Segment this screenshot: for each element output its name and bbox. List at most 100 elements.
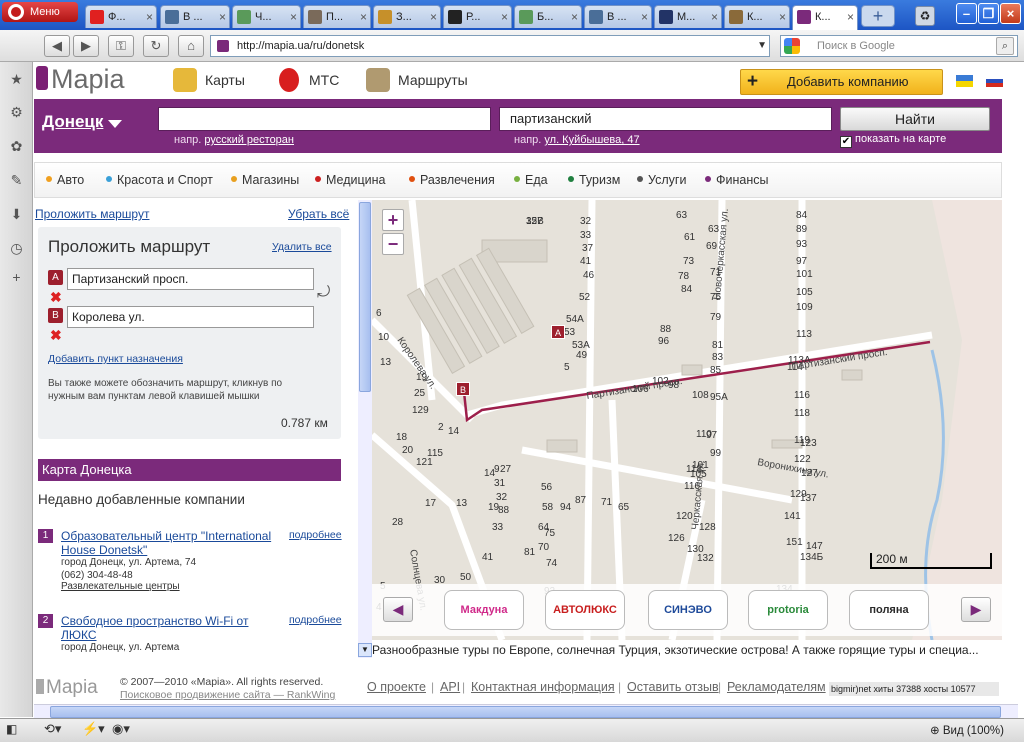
delete-all-link[interactable]: Удалить все <box>272 241 332 253</box>
browser-tab[interactable]: К... × <box>792 5 858 30</box>
clear-all-link[interactable]: Убрать всё <box>288 207 349 221</box>
browser-tab[interactable]: К... × <box>724 5 790 28</box>
find-button[interactable]: Найти <box>840 107 990 131</box>
bookmarks-icon[interactable]: ★ <box>7 70 26 89</box>
close-icon[interactable]: × <box>641 6 648 28</box>
what-search-input[interactable] <box>158 107 491 131</box>
browser-tab[interactable]: Ф... × <box>85 5 157 28</box>
category-9[interactable]: Финансы <box>705 173 768 187</box>
notes-icon[interactable]: ✎ <box>7 171 26 190</box>
chevron-down-icon[interactable] <box>108 120 122 128</box>
nav-maps[interactable]: Карты <box>173 67 245 93</box>
category-6[interactable]: Еда <box>514 173 548 187</box>
turbo-icon[interactable]: ⚡▾ <box>82 721 105 737</box>
close-icon[interactable]: × <box>146 6 153 28</box>
company-name-link[interactable]: Образовательный центр "International Hou… <box>61 529 281 557</box>
category-2[interactable]: Красота и Спорт <box>106 173 213 187</box>
show-on-map-checkbox[interactable]: ✔ <box>840 136 852 148</box>
partner-logo[interactable]: АВТОЛЮКС <box>545 590 625 630</box>
browser-tab[interactable]: М... × <box>654 5 722 28</box>
delete-point-b-icon[interactable]: ✖ <box>50 327 62 344</box>
key-icon[interactable]: ⚿ <box>108 35 134 57</box>
close-icon[interactable]: × <box>847 6 854 28</box>
browser-tab[interactable]: Ч... × <box>232 5 301 28</box>
point-a-input[interactable]: Партизанский просп. <box>67 268 314 290</box>
category-1[interactable]: Авто <box>46 173 84 187</box>
close-window-button[interactable]: × <box>1000 3 1021 24</box>
reload-button[interactable]: ↻ <box>143 35 169 57</box>
zoom-in-button[interactable]: + <box>382 209 404 231</box>
russia-flag-icon[interactable] <box>986 75 1003 87</box>
close-icon[interactable]: × <box>219 6 226 28</box>
logos-next-button[interactable]: ▶ <box>961 597 991 622</box>
panel-toggle-icon[interactable]: ◧ <box>6 722 17 736</box>
home-button[interactable]: ⌂ <box>178 35 204 57</box>
search-icon[interactable]: ⌕ <box>996 37 1014 55</box>
browser-tab[interactable]: Б... × <box>514 5 582 28</box>
footer-link[interactable]: О проекте <box>367 680 426 694</box>
address-bar[interactable]: http://mapia.ua/ru/donetsk ▼ <box>210 35 770 57</box>
close-icon[interactable]: × <box>779 6 786 28</box>
history-icon[interactable]: ◷ <box>7 239 26 258</box>
bigmir-counter[interactable]: bigmir)net хиты 37388 хосты 10577 <box>829 682 999 696</box>
map-donetsk-header[interactable]: Карта Донецка <box>38 459 341 481</box>
what-hint-link[interactable]: русский ресторан <box>204 134 294 146</box>
footer-link[interactable]: Оставить отзыв <box>627 680 719 694</box>
ukraine-flag-icon[interactable] <box>956 75 973 87</box>
browser-tab[interactable]: П... × <box>303 5 371 28</box>
sync-icon[interactable]: ⟲▾ <box>44 721 61 737</box>
footer-link[interactable]: Рекламодателям <box>727 680 826 694</box>
company-name-link[interactable]: Свободное пространство Wi-Fi от ЛЮКС <box>61 614 281 642</box>
footer-logo[interactable]: Mapia <box>36 677 98 699</box>
company-more-link[interactable]: подробнее <box>289 614 342 626</box>
ad-ticker[interactable]: Разнообразные туры по Европе, солнечная … <box>372 643 1002 657</box>
downloads-icon[interactable]: ⬇ <box>7 205 26 224</box>
partner-logo[interactable]: protoria <box>748 590 828 630</box>
add-destination-link[interactable]: Добавить пункт назначения <box>48 353 183 365</box>
unite-icon[interactable]: ✿ <box>7 137 26 156</box>
where-search-input[interactable]: партизанский <box>499 107 832 131</box>
add-company-button[interactable]: + Добавить компанию <box>740 69 943 95</box>
mapia-logo[interactable]: Mapia <box>36 64 125 95</box>
back-button[interactable]: ◀ <box>44 35 70 57</box>
new-tab-button[interactable]: + <box>861 5 895 27</box>
partner-logo[interactable]: Макдуна <box>444 590 524 630</box>
point-b-input[interactable]: Королева ул. <box>67 306 314 328</box>
swap-points-icon[interactable]: ⤾ <box>317 284 330 302</box>
partner-logo[interactable]: СИНЭВО <box>648 590 728 630</box>
footer-link[interactable]: Контактная информация <box>471 680 615 694</box>
scrollbar-thumb[interactable] <box>50 706 1001 718</box>
seo-link[interactable]: Поисковое продвижение сайта — RankWing <box>120 689 335 702</box>
unite-status-icon[interactable]: ◉▾ <box>112 721 130 737</box>
forward-button[interactable]: ▶ <box>73 35 99 57</box>
close-icon[interactable]: × <box>290 6 297 28</box>
trash-icon[interactable]: ♻ <box>915 6 935 26</box>
close-icon[interactable]: × <box>711 6 718 28</box>
company-more-link[interactable]: подробнее <box>289 529 342 541</box>
widgets-icon[interactable]: ⚙ <box>7 103 26 122</box>
map-marker-b[interactable]: B <box>456 382 470 396</box>
company-category-link[interactable]: Развлекательные центры <box>61 581 180 592</box>
close-icon[interactable]: × <box>430 6 437 28</box>
browser-tab[interactable]: В ... × <box>160 5 230 28</box>
maximize-button[interactable]: ❐ <box>978 3 999 24</box>
search-input[interactable]: Поиск в Google ⌕ <box>780 35 1018 57</box>
minimize-button[interactable]: – <box>956 3 977 24</box>
route-link[interactable]: Проложить маршрут <box>35 207 149 221</box>
category-4[interactable]: Медицина <box>315 173 386 187</box>
chevron-down-icon[interactable]: ▼ <box>757 36 767 56</box>
map-view[interactable]: 32В 32 33 37 41 46 52 54А 53 53А 49 5 6 10 13 19 25 129 2 1… <box>372 200 1002 640</box>
close-icon[interactable]: × <box>571 6 578 28</box>
zoom-out-button[interactable]: − <box>382 233 404 255</box>
close-icon[interactable]: × <box>501 6 508 28</box>
horizontal-scrollbar[interactable] <box>34 704 1018 718</box>
browser-tab[interactable]: Р... × <box>443 5 512 28</box>
scrollbar-thumb[interactable] <box>359 202 371 392</box>
footer-link[interactable]: API <box>440 680 460 694</box>
category-7[interactable]: Туризм <box>568 173 620 187</box>
browser-tab[interactable]: З... × <box>373 5 441 28</box>
partner-logo[interactable]: поляна <box>849 590 929 630</box>
logos-prev-button[interactable]: ◀ <box>383 597 413 622</box>
city-selector[interactable]: Донецк <box>42 112 103 132</box>
chevron-down-icon[interactable]: ▼ <box>358 643 372 657</box>
